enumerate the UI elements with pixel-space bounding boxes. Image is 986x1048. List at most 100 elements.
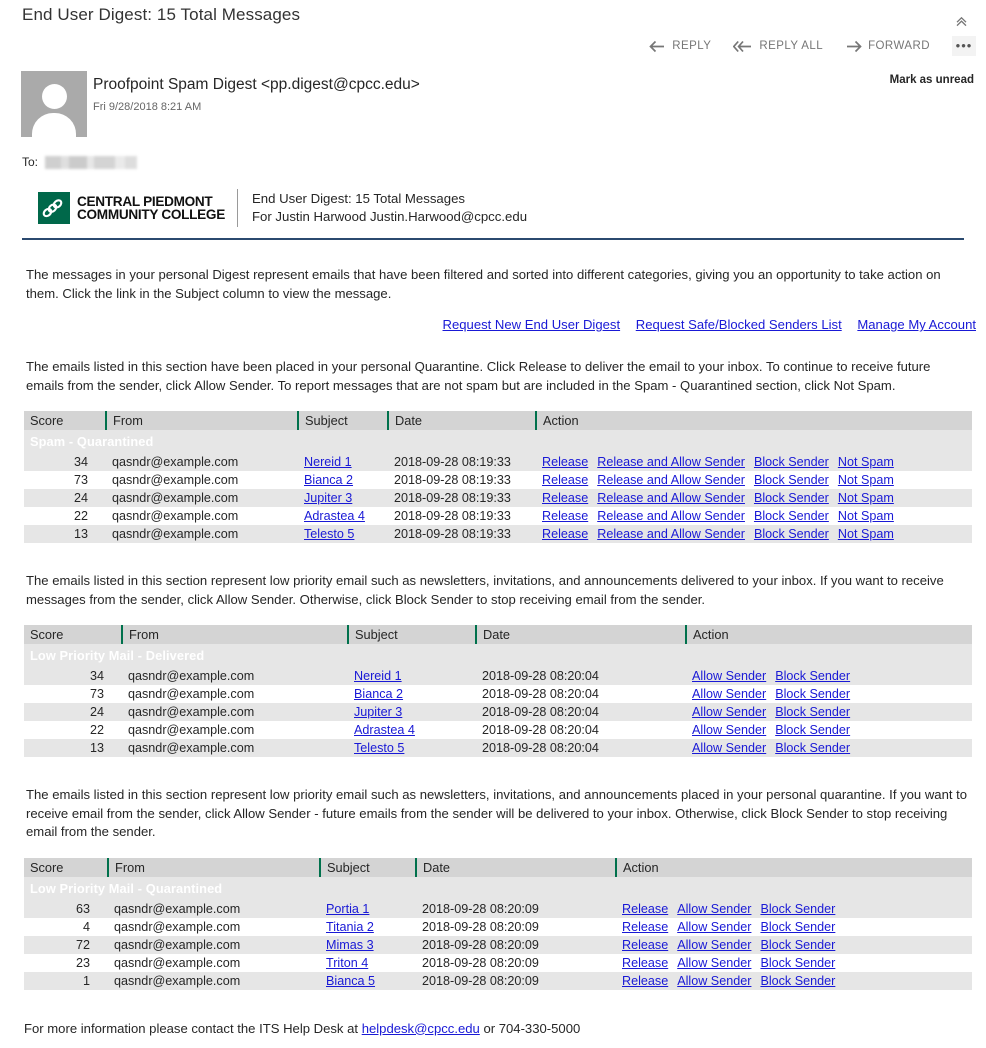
section-intro-spam-quarantined: The emails listed in this section have b… (26, 359, 931, 393)
action-block-sender[interactable]: Block Sender (775, 741, 850, 755)
help-desk-email-link[interactable]: helpdesk@cpcc.edu (362, 1021, 480, 1036)
action-allow-sender[interactable]: Allow Sender (677, 902, 751, 916)
subject-link[interactable]: Triton 4 (326, 956, 368, 970)
cell-date: 2018-09-28 08:20:09 (416, 917, 616, 936)
cell-score: 4 (24, 917, 108, 936)
cell-subject: Telesto 5 (298, 525, 388, 543)
col-subject: Subject (297, 411, 388, 430)
action-allow-sender[interactable]: Allow Sender (692, 705, 766, 719)
subject-link[interactable]: Jupiter 3 (304, 491, 352, 505)
table-row: 34 qasndr@example.com Nereid 1 2018-09-2… (24, 667, 972, 685)
action-release-and-allow-sender[interactable]: Release and Allow Sender (597, 509, 745, 523)
subject-link[interactable]: Portia 1 (326, 902, 369, 916)
cell-subject: Nereid 1 (298, 453, 388, 471)
subject-link[interactable]: Bianca 5 (326, 974, 375, 988)
action-allow-sender[interactable]: Allow Sender (692, 741, 766, 755)
table-row: 13 qasndr@example.com Telesto 5 2018-09-… (24, 739, 972, 757)
cell-subject: Adrastea 4 (348, 721, 476, 739)
digest-recipient: For Justin Harwood Justin.Harwood@cpcc.e… (251, 209, 528, 224)
action-block-sender[interactable]: Block Sender (754, 527, 829, 541)
subject-link[interactable]: Nereid 1 (304, 455, 352, 469)
link-request-new-digest[interactable]: Request New End User Digest (443, 317, 621, 332)
table-bottom-rule (24, 543, 972, 546)
action-not-spam[interactable]: Not Spam (838, 473, 894, 487)
action-block-sender[interactable]: Block Sender (760, 902, 835, 916)
cell-date: 2018-09-28 08:20:04 (476, 703, 686, 721)
cell-from: qasndr@example.com (122, 703, 348, 721)
subject-link[interactable]: Adrastea 4 (354, 723, 415, 737)
link-manage-my-account[interactable]: Manage My Account (857, 317, 976, 332)
subject-link[interactable]: Adrastea 4 (304, 509, 365, 523)
action-release[interactable]: Release (542, 455, 588, 469)
action-release[interactable]: Release (542, 509, 588, 523)
action-block-sender[interactable]: Block Sender (760, 920, 835, 934)
action-block-sender[interactable]: Block Sender (775, 687, 850, 701)
subject-link[interactable]: Telesto 5 (304, 527, 354, 541)
action-release[interactable]: Release (622, 902, 668, 916)
table-row: 72 qasndr@example.com Mimas 3 2018-09-28… (24, 935, 972, 954)
action-block-sender[interactable]: Block Sender (760, 938, 835, 952)
action-block-sender[interactable]: Block Sender (754, 491, 829, 505)
recipient-row: To: (22, 155, 138, 169)
cell-actions: Allow Sender Block Sender (686, 667, 972, 685)
action-not-spam[interactable]: Not Spam (838, 491, 894, 505)
action-release[interactable]: Release (622, 938, 668, 952)
reply-button[interactable]: REPLY (649, 40, 711, 53)
subject-link[interactable]: Bianca 2 (304, 473, 353, 487)
action-allow-sender[interactable]: Allow Sender (677, 956, 751, 970)
action-release-and-allow-sender[interactable]: Release and Allow Sender (597, 455, 745, 469)
action-block-sender[interactable]: Block Sender (760, 974, 835, 988)
action-block-sender[interactable]: Block Sender (760, 956, 835, 970)
mark-as-unread-button[interactable]: Mark as unread (890, 74, 974, 86)
action-block-sender[interactable]: Block Sender (754, 455, 829, 469)
cell-subject: Mimas 3 (320, 935, 416, 954)
action-allow-sender[interactable]: Allow Sender (677, 938, 751, 952)
table-bottom-rule (24, 989, 972, 993)
subject-link[interactable]: Titania 2 (326, 920, 374, 934)
action-allow-sender[interactable]: Allow Sender (692, 723, 766, 737)
subject-link[interactable]: Telesto 5 (354, 741, 404, 755)
cell-date: 2018-09-28 08:20:09 (416, 935, 616, 954)
cell-subject: Triton 4 (320, 953, 416, 972)
action-release[interactable]: Release (542, 491, 588, 505)
action-release[interactable]: Release (542, 473, 588, 487)
action-block-sender[interactable]: Block Sender (775, 705, 850, 719)
table-caption: Spam - Quarantined (24, 430, 972, 453)
chevron-double-up-icon[interactable] (950, 14, 972, 34)
table-row: 34 qasndr@example.com Nereid 1 2018-09-2… (24, 453, 972, 471)
subject-link[interactable]: Bianca 2 (354, 687, 403, 701)
subject-link[interactable]: Nereid 1 (354, 669, 402, 683)
subject-link[interactable]: Jupiter 3 (354, 705, 402, 719)
digest-links: Request New End User Digest Request Safe… (0, 317, 986, 332)
subject-link[interactable]: Mimas 3 (326, 938, 374, 952)
ellipsis-icon[interactable]: ••• (952, 36, 976, 56)
table-bottom-rule (24, 757, 972, 760)
action-release[interactable]: Release (542, 527, 588, 541)
action-release-and-allow-sender[interactable]: Release and Allow Sender (597, 491, 745, 505)
cell-score: 63 (24, 899, 108, 918)
action-block-sender[interactable]: Block Sender (754, 473, 829, 487)
action-release-and-allow-sender[interactable]: Release and Allow Sender (597, 527, 745, 541)
action-allow-sender[interactable]: Allow Sender (692, 687, 766, 701)
action-release[interactable]: Release (622, 974, 668, 988)
action-not-spam[interactable]: Not Spam (838, 527, 894, 541)
action-not-spam[interactable]: Not Spam (838, 509, 894, 523)
cell-score: 13 (24, 739, 122, 757)
action-release-and-allow-sender[interactable]: Release and Allow Sender (597, 473, 745, 487)
forward-button[interactable]: FORWARD (845, 40, 930, 53)
action-block-sender[interactable]: Block Sender (775, 723, 850, 737)
cell-from: qasndr@example.com (122, 739, 348, 757)
action-allow-sender[interactable]: Allow Sender (677, 920, 751, 934)
action-release[interactable]: Release (622, 920, 668, 934)
cell-from: qasndr@example.com (106, 507, 298, 525)
action-not-spam[interactable]: Not Spam (838, 455, 894, 469)
brand-wordmark-line2: COMMUNITY COLLEGE (77, 207, 225, 222)
action-allow-sender[interactable]: Allow Sender (692, 669, 766, 683)
action-release[interactable]: Release (622, 956, 668, 970)
action-block-sender[interactable]: Block Sender (754, 509, 829, 523)
action-allow-sender[interactable]: Allow Sender (677, 974, 751, 988)
link-request-senders-list[interactable]: Request Safe/Blocked Senders List (636, 317, 842, 332)
cell-date: 2018-09-28 08:20:09 (416, 971, 616, 990)
reply-all-button[interactable]: REPLY ALL (733, 40, 823, 53)
action-block-sender[interactable]: Block Sender (775, 669, 850, 683)
